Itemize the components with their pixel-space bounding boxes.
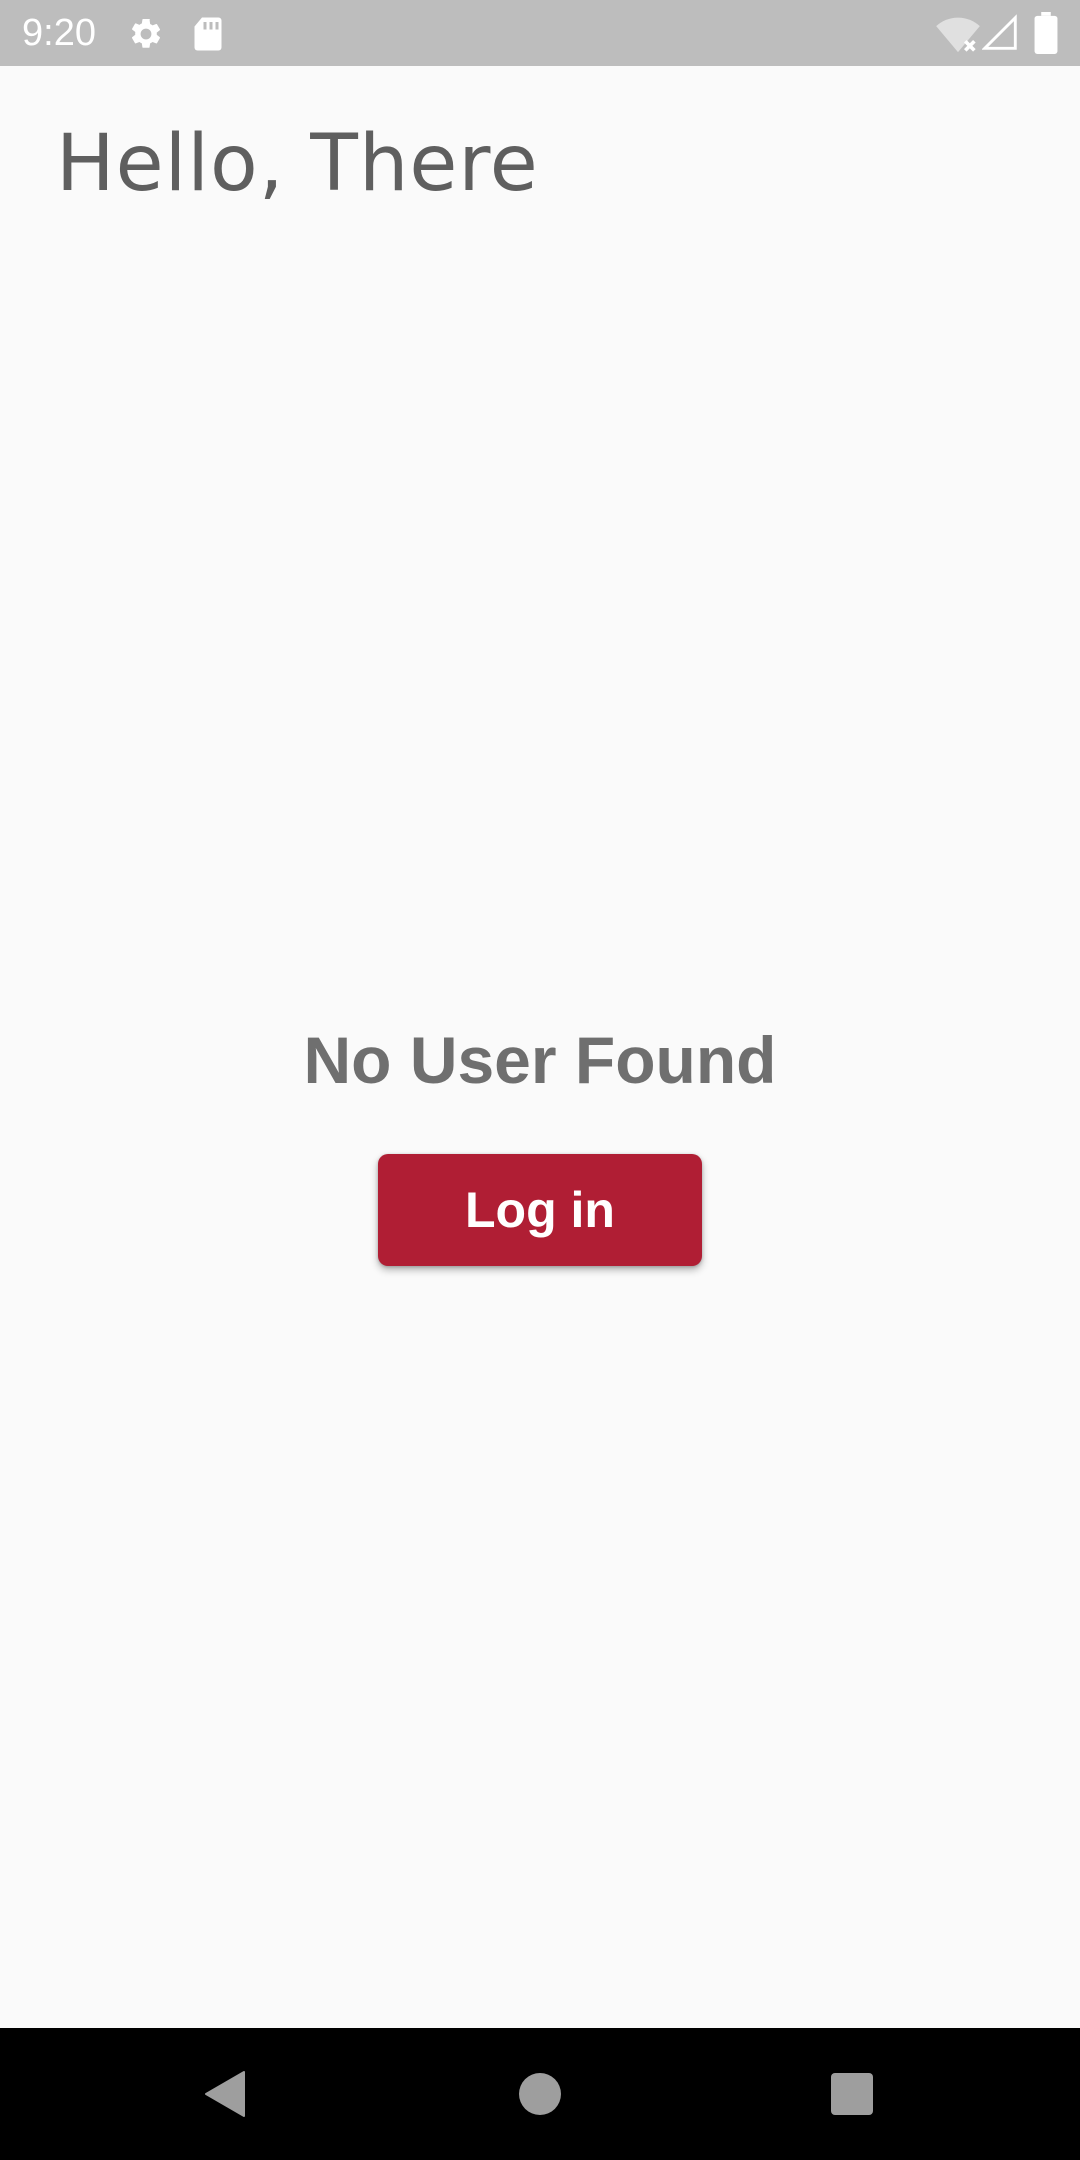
back-button[interactable] [136, 2028, 316, 2160]
status-bar: 9:20 [0, 0, 1080, 66]
login-button-label: Log in [465, 1182, 615, 1238]
status-time: 9:20 [22, 12, 96, 54]
recents-icon [831, 2073, 873, 2115]
navigation-bar [0, 2028, 1080, 2160]
back-icon [205, 2071, 245, 2117]
battery-icon [1034, 12, 1058, 54]
no-user-message: No User Found [303, 1023, 777, 1097]
recents-button[interactable] [762, 2028, 942, 2160]
login-button[interactable]: Log in [378, 1154, 702, 1266]
wifi-off-icon [936, 17, 980, 53]
home-icon [519, 2073, 561, 2115]
app-screen: 9:20 Hello, There No User Found Log in [0, 0, 1080, 2160]
greeting-title: Hello, There [56, 119, 539, 209]
settings-gear-icon [131, 18, 161, 48]
home-button[interactable] [450, 2028, 630, 2160]
sd-card-icon [194, 17, 222, 51]
cell-signal-icon [982, 14, 1017, 50]
